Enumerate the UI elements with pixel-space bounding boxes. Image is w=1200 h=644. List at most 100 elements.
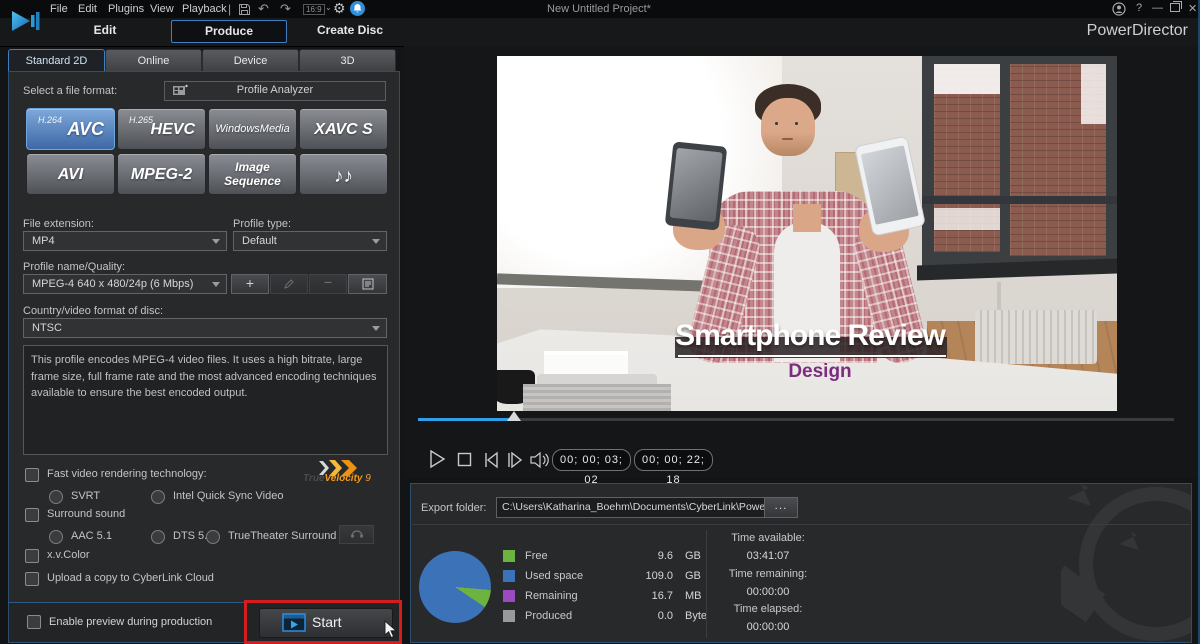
produce-clapper-icon	[282, 613, 306, 632]
scene-phone-dark	[665, 141, 727, 230]
profile-details-button[interactable]	[348, 274, 387, 294]
svrt-radio[interactable]	[49, 490, 63, 504]
format-image-sequence-button[interactable]: ImageSequence	[208, 153, 297, 195]
produce-tab-standard-2d[interactable]: Standard 2D	[8, 49, 105, 73]
profile-name-select[interactable]: MPEG-4 640 x 480/24p (6 Mbps)	[23, 274, 227, 294]
music-notes-icon: ♪♪	[300, 166, 387, 188]
legend-swatch-produced	[503, 610, 515, 622]
fast-render-label: Fast video rendering technology:	[47, 468, 207, 480]
dts-radio[interactable]	[151, 530, 165, 544]
seek-bar-track[interactable]	[418, 418, 1174, 421]
file-extension-value: MP4	[32, 235, 55, 247]
scene-snow-patch	[934, 208, 1000, 230]
produce-tab-online[interactable]: Online	[105, 49, 202, 72]
export-panel: Export folder: C:\Users\Katharina_Boehm\…	[410, 483, 1192, 643]
edit-profile-button	[270, 274, 308, 294]
enable-preview-checkbox[interactable]	[27, 615, 41, 629]
account-icon[interactable]	[1112, 2, 1126, 16]
minimize-button[interactable]: —	[1152, 2, 1163, 14]
format-name: ImageSequence	[209, 161, 296, 189]
xvcolor-checkbox[interactable]	[25, 549, 39, 563]
start-button-label: Start	[312, 614, 342, 630]
seek-bar-thumb[interactable]	[507, 411, 521, 421]
stats-divider	[706, 530, 707, 638]
close-button[interactable]: ✕	[1188, 2, 1197, 15]
profile-description: This profile encodes MPEG-4 video files.…	[23, 345, 388, 455]
profile-type-value: Default	[242, 235, 277, 247]
next-frame-button[interactable]	[504, 449, 526, 471]
profile-type-label: Profile type:	[233, 218, 291, 230]
tab-edit[interactable]: Edit	[60, 20, 150, 41]
chevron-down-icon	[372, 326, 380, 331]
start-button[interactable]: Start	[259, 608, 393, 638]
format-name: HEVC	[151, 121, 195, 139]
scene-eye-right	[795, 122, 798, 125]
volume-button[interactable]	[528, 449, 550, 471]
format-h264-avc-button[interactable]: H.264 AVC	[26, 108, 115, 150]
play-button[interactable]	[426, 448, 448, 470]
disk-pie	[419, 551, 491, 623]
fast-render-checkbox[interactable]	[25, 468, 39, 482]
tab-produce[interactable]: Produce	[171, 20, 287, 43]
format-xavcs-button[interactable]: XAVC S	[299, 108, 388, 150]
preview-panel: Smartphone Review Design 00; 00; 03; 02 …	[404, 46, 1198, 478]
video-title-text: Smartphone Review	[640, 319, 980, 353]
export-folder-input[interactable]: C:\Users\Katharina_Boehm\Documents\Cyber…	[496, 497, 768, 518]
video-preview[interactable]: Smartphone Review Design	[497, 56, 1117, 411]
powerdirector-logo-icon	[10, 7, 42, 35]
panel-divider	[412, 524, 1190, 525]
file-extension-select[interactable]: MP4	[23, 231, 227, 251]
timecode-current[interactable]: 00; 00; 03; 02	[552, 449, 631, 471]
surround-preview-button	[339, 525, 374, 544]
scene-laptop-lid	[537, 374, 657, 384]
project-title: New Untitled Project*	[0, 3, 1198, 15]
upload-cloud-checkbox[interactable]	[25, 572, 39, 586]
format-windowsmedia-button[interactable]: WindowsMedia	[208, 108, 297, 150]
legend-value: 9.6	[563, 550, 673, 562]
surround-sound-checkbox[interactable]	[25, 508, 39, 522]
format-avi-button[interactable]: AVI	[26, 153, 115, 195]
brand-logo-text: PowerDirector	[1008, 22, 1188, 40]
video-subtitle-text: Design	[650, 361, 990, 383]
scene-man-face	[761, 98, 815, 156]
format-sup: H.264	[38, 115, 62, 125]
time-elapsed-label: Time elapsed:	[713, 603, 823, 615]
format-h265-hevc-button[interactable]: H.265 HEVC	[117, 108, 206, 150]
profile-type-select[interactable]: Default	[233, 231, 387, 251]
browse-folder-button[interactable]: ...	[764, 497, 798, 518]
stop-button[interactable]	[454, 449, 476, 471]
legend-swatch-remaining	[503, 590, 515, 602]
restore-button[interactable]	[1170, 3, 1180, 12]
remove-profile-button: −	[309, 274, 347, 294]
quick-sync-label: Intel Quick Sync Video	[173, 490, 283, 502]
help-button[interactable]: ?	[1136, 2, 1142, 14]
time-available-label: Time available:	[713, 532, 823, 544]
profile-analyzer-button[interactable]: Profile Analyzer	[164, 81, 386, 101]
profile-name-value: MPEG-4 640 x 480/24p (6 Mbps)	[32, 278, 193, 290]
scene-sky-patch	[934, 64, 1000, 94]
legend-unit: Byte	[685, 610, 707, 622]
format-name: XAVC S	[300, 121, 387, 139]
add-profile-button[interactable]: +	[231, 274, 269, 294]
truevelocity-logo: TrueVelocity 9	[297, 460, 383, 490]
format-mpeg2-button[interactable]: MPEG-2	[117, 153, 206, 195]
scene-mouth	[782, 138, 793, 140]
powerdirector-window: File Edit Plugins View Playback | ↶ ↷ 16…	[0, 0, 1200, 644]
country-format-label: Country/video format of disc:	[23, 305, 163, 317]
previous-frame-button[interactable]	[480, 449, 502, 471]
timecode-duration: 00; 00; 22; 18	[634, 449, 713, 471]
legend-swatch-used	[503, 570, 515, 582]
format-audio-button[interactable]: ♪♪	[299, 153, 388, 195]
produce-tab-3d[interactable]: 3D	[299, 49, 396, 72]
tab-create-disc[interactable]: Create Disc	[295, 20, 405, 41]
chevron-down-icon	[372, 239, 380, 244]
produce-tab-device[interactable]: Device	[202, 49, 299, 72]
truetheater-radio[interactable]	[206, 530, 220, 544]
country-format-select[interactable]: NTSC	[23, 318, 387, 338]
profile-name-label: Profile name/Quality:	[23, 261, 125, 273]
quick-sync-radio[interactable]	[151, 490, 165, 504]
aac-radio[interactable]	[49, 530, 63, 544]
legend-value: 0.0	[563, 610, 673, 622]
country-format-value: NTSC	[32, 322, 62, 334]
title-underline	[678, 355, 946, 357]
